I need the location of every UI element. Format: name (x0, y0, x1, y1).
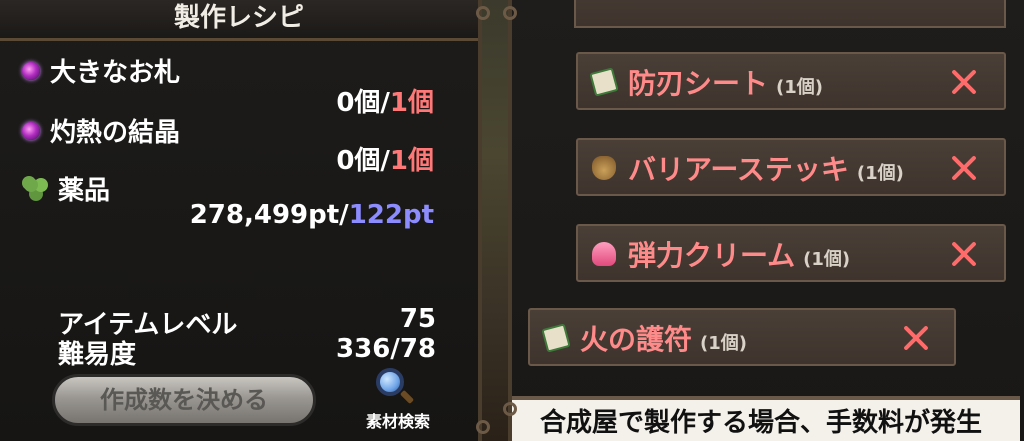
item-name-text: バリアーステッキ (628, 153, 849, 186)
item-count: (1個) (700, 333, 747, 354)
recipe-panel: 製作レシピ 大きなお札 0個/1個 灼熱の結晶 0個/1個 薬品 278,499… (0, 0, 482, 441)
material-quantity: 278,499pt/122pt (190, 200, 434, 230)
remove-icon[interactable] (902, 324, 930, 352)
item-name-text: 防刃シート (628, 67, 769, 100)
material-name: 灼熱の結晶 (50, 118, 181, 148)
remove-icon[interactable] (950, 240, 978, 268)
item-level-value: 75 (399, 304, 436, 334)
material-row: 大きなお札 (22, 52, 180, 89)
need-count: 1個 (389, 146, 434, 176)
item-name: 弾力クリーム (1個) (628, 234, 850, 274)
difficulty-need: 78 (399, 334, 436, 364)
material-name: 大きなお札 (50, 58, 181, 88)
item-card[interactable]: 防刃シート (1個) (576, 52, 1006, 110)
item-count: (1個) (856, 163, 904, 184)
item-card-partial[interactable] (574, 0, 1006, 28)
have-count: 0個/ (336, 146, 390, 176)
item-card-selected[interactable]: 火の護符 (1個) (528, 308, 956, 366)
frame-ornament (476, 420, 490, 434)
frame-ornament (503, 6, 517, 20)
material-name: 薬品 (58, 176, 111, 206)
magnifier-icon (376, 368, 404, 396)
need-count: 1個 (389, 88, 434, 118)
have-count: 0個/ (336, 88, 390, 118)
cream-icon (592, 242, 616, 266)
purple-orb-icon (22, 61, 40, 80)
herb-icon (22, 175, 48, 202)
purple-orb-icon (22, 121, 40, 140)
item-list-panel: 防刃シート (1個) バリアーステッキ (1個) 弾力クリーム (1個) 火の護符 (1… (508, 0, 1024, 441)
material-search-button[interactable]: 素材検索 (350, 366, 446, 436)
remove-icon[interactable] (950, 154, 978, 182)
scroll-icon (589, 67, 619, 97)
remove-icon[interactable] (950, 68, 978, 96)
search-label: 素材検索 (365, 412, 430, 431)
item-count: (1個) (776, 77, 823, 98)
decide-quantity-button[interactable]: 作成数を決める (52, 374, 316, 426)
have-count: 278,499pt/ (189, 200, 349, 230)
pouch-icon (592, 156, 616, 180)
item-name: 防刃シート (1個) (628, 62, 823, 102)
info-message: 合成屋で製作する場合、手数料が発生 (512, 396, 1020, 441)
material-quantity: 0個/1個 (336, 82, 434, 119)
frame-ornament (503, 402, 517, 416)
item-card[interactable]: バリアーステッキ (1個) (576, 138, 1006, 196)
scroll-icon (541, 323, 571, 353)
frame-ornament (476, 6, 490, 20)
panel-title: 製作レシピ (0, 0, 478, 41)
material-quantity: 0個/1個 (336, 140, 434, 177)
item-name-text: 火の護符 (580, 323, 693, 356)
material-row: 灼熱の結晶 (22, 112, 180, 149)
item-count: (1個) (803, 249, 851, 270)
difficulty-value: 336/78 (336, 334, 436, 364)
item-name-text: 弾力クリーム (628, 239, 796, 272)
difficulty-label: 難易度 (58, 340, 137, 370)
material-row: 薬品 (22, 170, 110, 207)
item-card[interactable]: 弾力クリーム (1個) (576, 224, 1006, 282)
difficulty-current: 336/ (336, 334, 400, 364)
item-name: バリアーステッキ (1個) (628, 148, 904, 188)
need-count: 122pt (348, 200, 434, 230)
item-name: 火の護符 (1個) (580, 318, 747, 358)
